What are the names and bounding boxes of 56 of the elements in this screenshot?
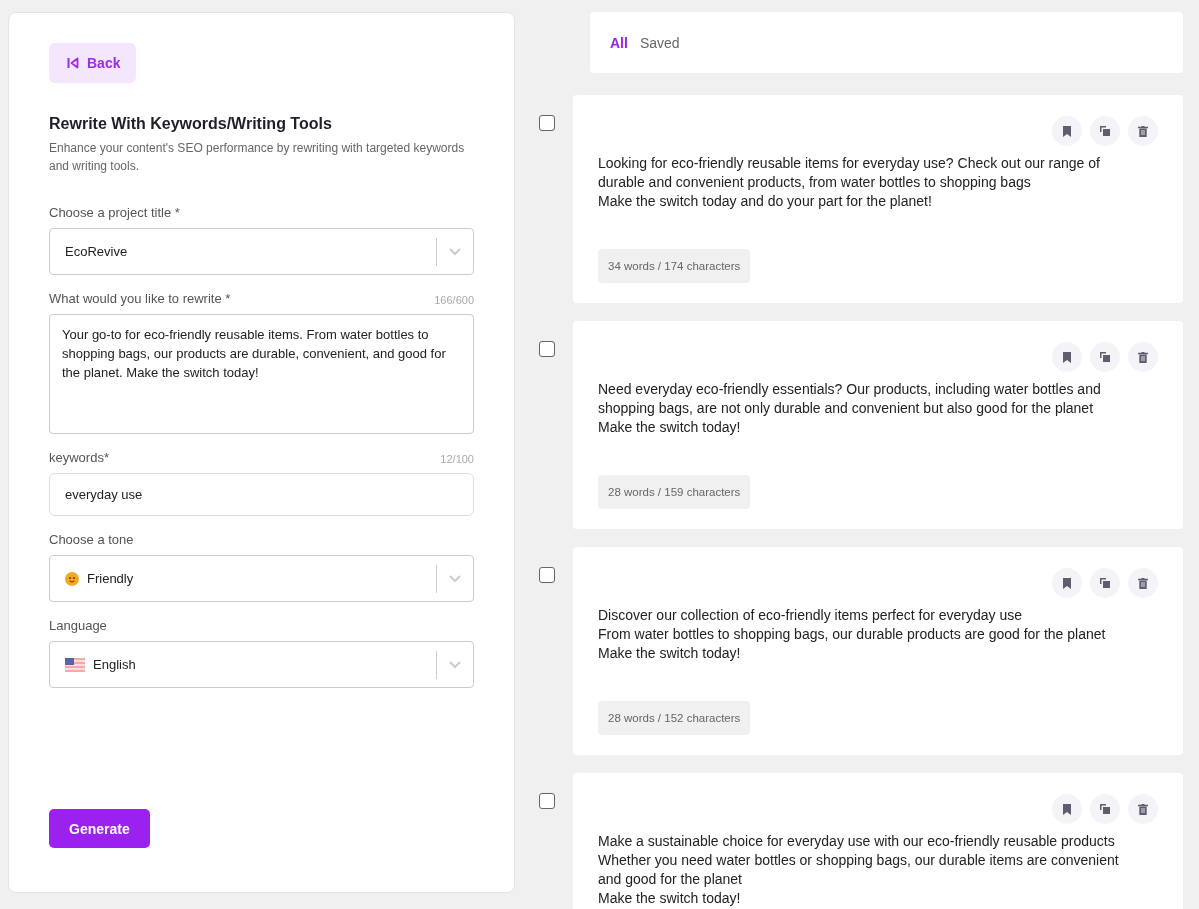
word-count-badge: 28 words / 159 characters <box>598 475 751 509</box>
bookmark-button[interactable] <box>1052 342 1082 372</box>
delete-button[interactable] <box>1128 116 1158 146</box>
copy-icon <box>1100 804 1110 814</box>
form-title: Rewrite With Keywords/Writing Tools <box>49 115 333 133</box>
text-area[interactable]: Your go-to for eco-friendly reusable items. From water bottles to shopping bags, our products are durable, convenient, and good for the planet. Make the switch today! <box>49 314 474 434</box>
field-label: Choose a tone <box>49 532 134 547</box>
flag-icon <box>65 657 85 672</box>
result-text: Need everyday eco-friendly essentials? Our products, including water bottles and shopping bags, are not only durable and convenient but also good for the planet Make the switch today! <box>598 380 1102 437</box>
copy-icon <box>1100 578 1110 588</box>
tab[interactable]: All <box>610 34 628 51</box>
bookmark-icon <box>1063 803 1071 815</box>
character-counter: 166/600 <box>434 294 474 306</box>
result-text: Discover our collection of eco-friendly items perfect for everyday use From water bottles to shopping bags, our durable products are good for the planet Make the switch today! <box>598 606 1107 663</box>
bookmark-button[interactable] <box>1052 568 1082 598</box>
copy-button[interactable] <box>1090 116 1120 146</box>
checkbox[interactable] <box>539 793 555 809</box>
checkbox[interactable] <box>539 567 555 583</box>
bookmark-button[interactable] <box>1052 794 1082 824</box>
tab[interactable]: Saved <box>639 34 680 51</box>
trash-icon <box>1138 351 1148 363</box>
delete-button[interactable] <box>1128 568 1158 598</box>
delete-button[interactable] <box>1128 794 1158 824</box>
copy-icon <box>1100 126 1110 136</box>
skip-back-icon <box>67 57 79 69</box>
bookmark-button[interactable] <box>1052 116 1082 146</box>
field-label: Language <box>49 618 107 633</box>
smiley-icon <box>65 571 79 586</box>
checkbox[interactable] <box>539 341 555 357</box>
field-label: keywords* <box>49 450 109 465</box>
select-field[interactable]: EcoRevive <box>49 228 474 275</box>
result-text: Looking for eco-friendly reusable items for everyday use? Check out our range of durable and convenient products, from water bottles to shopping bags Make the switch today and do your part for the planet! <box>598 154 1101 211</box>
trash-icon <box>1138 577 1148 589</box>
copy-icon <box>1100 352 1110 362</box>
form-description: Enhance your content's SEO performance by rewriting with targeted keywords and writing tools. <box>49 140 466 175</box>
bookmark-icon <box>1063 125 1071 137</box>
select-field[interactable]: Friendly <box>49 555 474 602</box>
field-label: What would you like to rewrite * <box>49 291 231 306</box>
trash-icon <box>1138 125 1148 137</box>
field-label: Choose a project title * <box>49 205 180 220</box>
generate-button[interactable]: Generate <box>49 809 150 848</box>
copy-button[interactable] <box>1090 568 1120 598</box>
trash-icon <box>1138 803 1148 815</box>
select-field[interactable]: English <box>49 641 474 688</box>
delete-button[interactable] <box>1128 342 1158 372</box>
input-field[interactable]: everyday use <box>49 473 474 516</box>
bookmark-icon <box>1063 577 1071 589</box>
word-count-badge: 28 words / 152 characters <box>598 701 751 735</box>
word-count-badge: 34 words / 174 characters <box>598 249 751 283</box>
bookmark-icon <box>1063 351 1071 363</box>
copy-button[interactable] <box>1090 794 1120 824</box>
character-counter: 12/100 <box>440 453 474 465</box>
copy-button[interactable] <box>1090 342 1120 372</box>
checkbox[interactable] <box>539 115 555 131</box>
back-button[interactable]: Back <box>49 43 137 83</box>
result-text: Make a sustainable choice for everyday use with our eco-friendly reusable products Whether you need water bottles or shopping bags, our durable items are convenient and good for the planet Make the switch today! <box>598 832 1120 908</box>
